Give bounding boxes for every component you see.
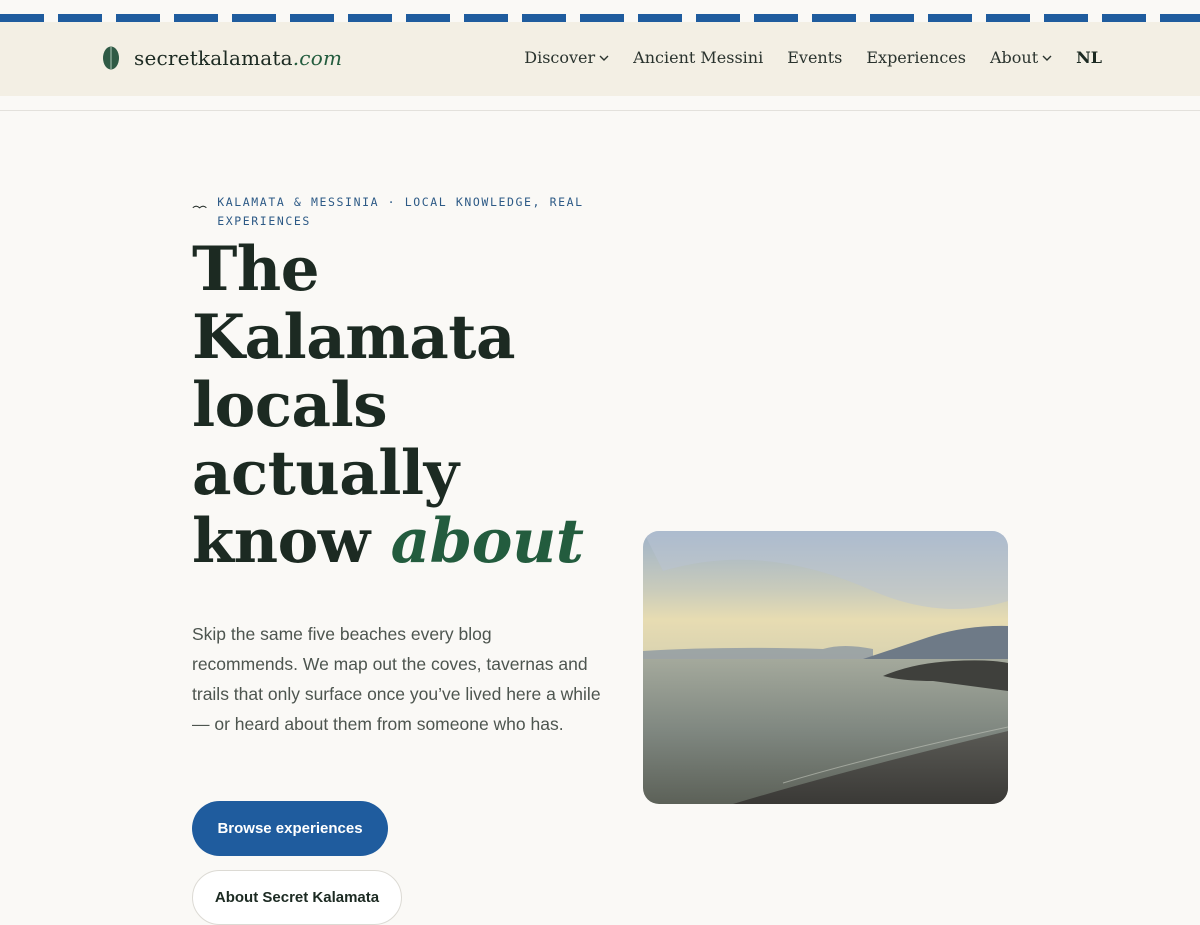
nav-item-discover[interactable]: Discover — [524, 48, 609, 67]
logo-name: secretkalamata — [134, 46, 293, 70]
nav-item-about[interactable]: About — [990, 48, 1052, 67]
site-header: secretkalamata.com Discover Ancient Mess… — [0, 22, 1200, 96]
olive-leaf-icon — [103, 46, 119, 70]
chevron-down-icon — [599, 55, 609, 61]
seaside-sunset-photo — [643, 531, 1008, 804]
browse-experiences-button[interactable]: Browse experiences — [192, 801, 388, 856]
logo-wordmark: secretkalamata.com — [134, 46, 342, 70]
site-logo[interactable]: secretkalamata.com — [102, 46, 342, 70]
nav-item-label: Experiences — [866, 48, 966, 67]
hero-title: The Kalamata locals actually know about — [192, 236, 612, 576]
logo-tld: .com — [292, 46, 343, 70]
hero-eyebrow: Kalamata & Messinia · Local knowledge, r… — [192, 193, 592, 231]
nav-item-label: Discover — [524, 48, 596, 67]
photo-illustration — [643, 531, 1008, 804]
nav-item-label: Ancient Messini — [633, 48, 764, 67]
chevron-down-icon — [1042, 55, 1052, 61]
decorative-dash-stripe — [0, 14, 1200, 22]
nav-item-label: About — [989, 48, 1039, 67]
eyebrow-text: Kalamata & Messinia · Local knowledge, r… — [217, 195, 584, 228]
bird-icon — [192, 205, 207, 209]
about-button[interactable]: About Secret Kalamata — [192, 870, 402, 925]
nav-item-experiences[interactable]: Experiences — [866, 48, 966, 67]
language-switch[interactable]: NL — [1076, 48, 1102, 67]
main-nav: Discover Ancient Messini Events Experien… — [524, 48, 1102, 67]
nav-item-events[interactable]: Events — [787, 48, 842, 67]
hero-title-accent: about — [390, 506, 584, 577]
nav-item-label: Events — [787, 48, 843, 67]
nav-item-ancient-messini[interactable]: Ancient Messini — [633, 48, 763, 67]
hero-lede: Skip the same five beaches every blog re… — [192, 624, 601, 734]
header-divider — [0, 110, 1200, 111]
